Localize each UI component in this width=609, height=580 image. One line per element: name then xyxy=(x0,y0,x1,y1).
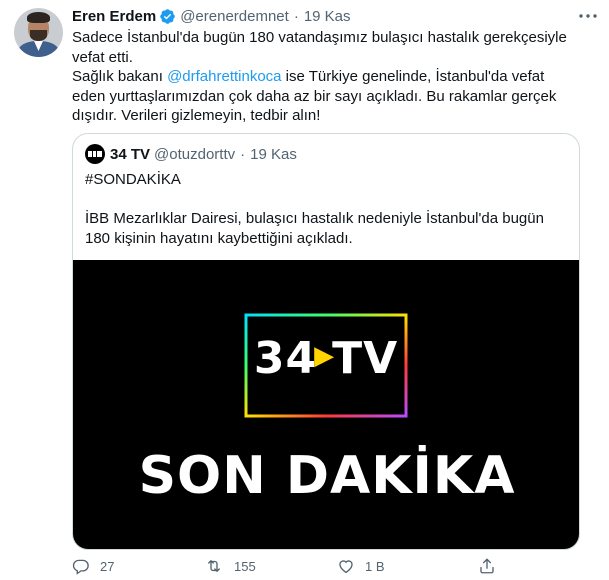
tweet-timestamp[interactable]: 19 Kas xyxy=(304,8,351,25)
quoted-hashtag: #SONDAKİKA xyxy=(85,171,181,188)
header-separator: · xyxy=(293,7,299,25)
author-handle[interactable]: @erenerdemnet xyxy=(180,8,289,25)
logo-number: 34 xyxy=(253,333,318,384)
quoted-author-name[interactable]: 34 TV xyxy=(110,146,150,163)
tweet-line-1: Sadece İstanbul'da bugün 180 vatandaşımı… xyxy=(72,29,567,66)
quoted-media-image[interactable]: 34▶TV SON DAKİKA xyxy=(73,260,579,549)
media-headline: SON DAKİKA xyxy=(138,446,516,506)
tweet-actions: 27 155 1 B xyxy=(72,556,592,576)
avatar-hair-shape xyxy=(27,12,50,23)
logo-tv: TV xyxy=(332,333,399,384)
share-button[interactable] xyxy=(478,556,496,576)
tweet-header: Eren Erdem @erenerdemnet · 19 Kas xyxy=(72,6,351,26)
mention-link[interactable]: @drfahrettinkoca xyxy=(167,68,281,85)
channel-logo: 34▶TV xyxy=(243,312,409,419)
quoted-blank-line xyxy=(85,190,570,210)
retweet-icon xyxy=(208,560,220,572)
author-name[interactable]: Eren Erdem xyxy=(72,8,156,25)
tweet-line-2-prefix: Sağlık bakanı xyxy=(72,68,168,85)
quoted-author-avatar[interactable] xyxy=(85,144,105,164)
share-icon xyxy=(480,558,494,574)
tweet-line-2: Sağlık bakanı @drfahrettinkoca ise Türki… xyxy=(72,67,572,126)
reply-icon xyxy=(72,559,89,575)
tweet[interactable]: Eren Erdem @erenerdemnet · 19 Kas Sadece… xyxy=(0,0,609,580)
tweet-text: Sadece İstanbul'da bugün 180 vatandaşımı… xyxy=(72,28,572,126)
quoted-tweet[interactable]: 34 TV @otuzdorttv · 19 Kas #SONDAKİKA İB… xyxy=(72,133,580,550)
retweet-count: 155 xyxy=(234,558,256,574)
channel-logo-text: 34▶TV xyxy=(243,333,409,384)
more-options-icon[interactable] xyxy=(577,6,599,26)
quoted-author-handle[interactable]: @otuzdorttv xyxy=(154,146,235,163)
quoted-tweet-timestamp[interactable]: 19 Kas xyxy=(250,146,297,163)
verified-badge-icon xyxy=(159,8,176,25)
quoted-body: İBB Mezarlıklar Dairesi, bulaşıcı hastal… xyxy=(85,210,544,247)
reply-count: 27 xyxy=(100,558,115,574)
like-button[interactable]: 1 B xyxy=(337,556,385,576)
quoted-tweet-header: 34 TV @otuzdorttv · 19 Kas xyxy=(85,144,297,164)
quoted-tweet-text: #SONDAKİKA İBB Mezarlıklar Dairesi, bula… xyxy=(85,170,570,248)
avatar-beard-shape xyxy=(30,30,47,41)
heart-icon xyxy=(339,560,353,574)
quoted-header-separator: · xyxy=(240,145,246,163)
reply-button[interactable]: 27 xyxy=(72,556,114,576)
like-count: 1 B xyxy=(365,558,385,574)
retweet-button[interactable]: 155 xyxy=(204,556,256,576)
author-avatar[interactable] xyxy=(14,8,63,57)
